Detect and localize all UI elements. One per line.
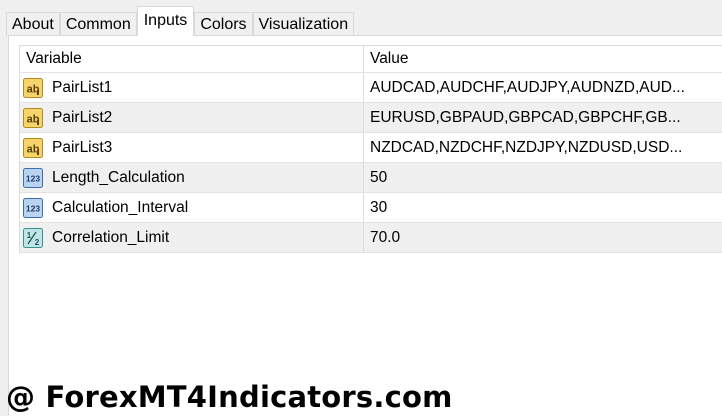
inputs-table: Variable Value ab PairList1 AUDCAD,AUDCH…: [19, 45, 722, 253]
tab-inputs[interactable]: Inputs: [136, 6, 195, 36]
table-row[interactable]: ab PairList2 EURUSD,GBPAUD,GBPCAD,GBPCHF…: [20, 103, 722, 133]
double-half-icon: 12: [22, 227, 44, 249]
svg-text:123: 123: [26, 203, 40, 213]
column-header-variable[interactable]: Variable: [20, 46, 364, 72]
variable-cell: ab PairList1: [20, 73, 364, 102]
tab-colors[interactable]: Colors: [194, 12, 253, 36]
variable-name: Length_Calculation: [52, 168, 185, 186]
variable-name: Calculation_Interval: [52, 198, 189, 216]
variable-cell: ab PairList3: [20, 133, 364, 162]
table-header-row: Variable Value: [20, 46, 722, 73]
table-row[interactable]: 123 Length_Calculation 50: [20, 163, 722, 193]
variable-name: PairList2: [52, 108, 113, 126]
value-cell[interactable]: 50: [364, 163, 722, 192]
svg-text:2: 2: [35, 238, 40, 247]
value-cell[interactable]: EURUSD,GBPAUD,GBPCAD,GBPCHF,GB...: [364, 103, 722, 132]
variable-name: PairList1: [52, 78, 113, 96]
tab-about[interactable]: About: [6, 12, 60, 36]
tab-visualization[interactable]: Visualization: [252, 12, 355, 36]
variable-name: PairList3: [52, 138, 113, 156]
value-cell[interactable]: NZDCAD,NZDCHF,NZDJPY,NZDUSD,USD...: [364, 133, 722, 162]
variable-name: Correlation_Limit: [52, 228, 170, 246]
variable-cell: ab PairList2: [20, 103, 364, 132]
indicator-properties-dialog: About Common Inputs Colors Visualization…: [0, 0, 722, 416]
value-cell[interactable]: AUDCAD,AUDCHF,AUDJPY,AUDNZD,AUD...: [364, 73, 722, 102]
column-header-value[interactable]: Value: [364, 46, 722, 72]
watermark-text: @ ForexMT4Indicators.com: [6, 380, 453, 414]
table-row[interactable]: ab PairList1 AUDCAD,AUDCHF,AUDJPY,AUDNZD…: [20, 73, 722, 103]
tab-bar: About Common Inputs Colors Visualization: [6, 6, 355, 36]
integer-123-icon: 123: [22, 167, 44, 189]
integer-123-icon: 123: [22, 197, 44, 219]
tab-common[interactable]: Common: [59, 12, 137, 36]
table-row[interactable]: ab PairList3 NZDCAD,NZDCHF,NZDJPY,NZDUSD…: [20, 133, 722, 163]
variable-cell: 12 Correlation_Limit: [20, 223, 364, 252]
variable-cell: 123 Length_Calculation: [20, 163, 364, 192]
svg-text:123: 123: [26, 173, 40, 183]
table-row[interactable]: 12 Correlation_Limit 70.0: [20, 223, 722, 253]
value-cell[interactable]: 30: [364, 193, 722, 222]
string-ab-icon: ab: [22, 107, 44, 129]
value-cell[interactable]: 70.0: [364, 223, 722, 252]
inputs-panel: Variable Value ab PairList1 AUDCAD,AUDCH…: [8, 35, 722, 416]
string-ab-icon: ab: [22, 77, 44, 99]
table-row[interactable]: 123 Calculation_Interval 30: [20, 193, 722, 223]
variable-cell: 123 Calculation_Interval: [20, 193, 364, 222]
string-ab-icon: ab: [22, 137, 44, 159]
